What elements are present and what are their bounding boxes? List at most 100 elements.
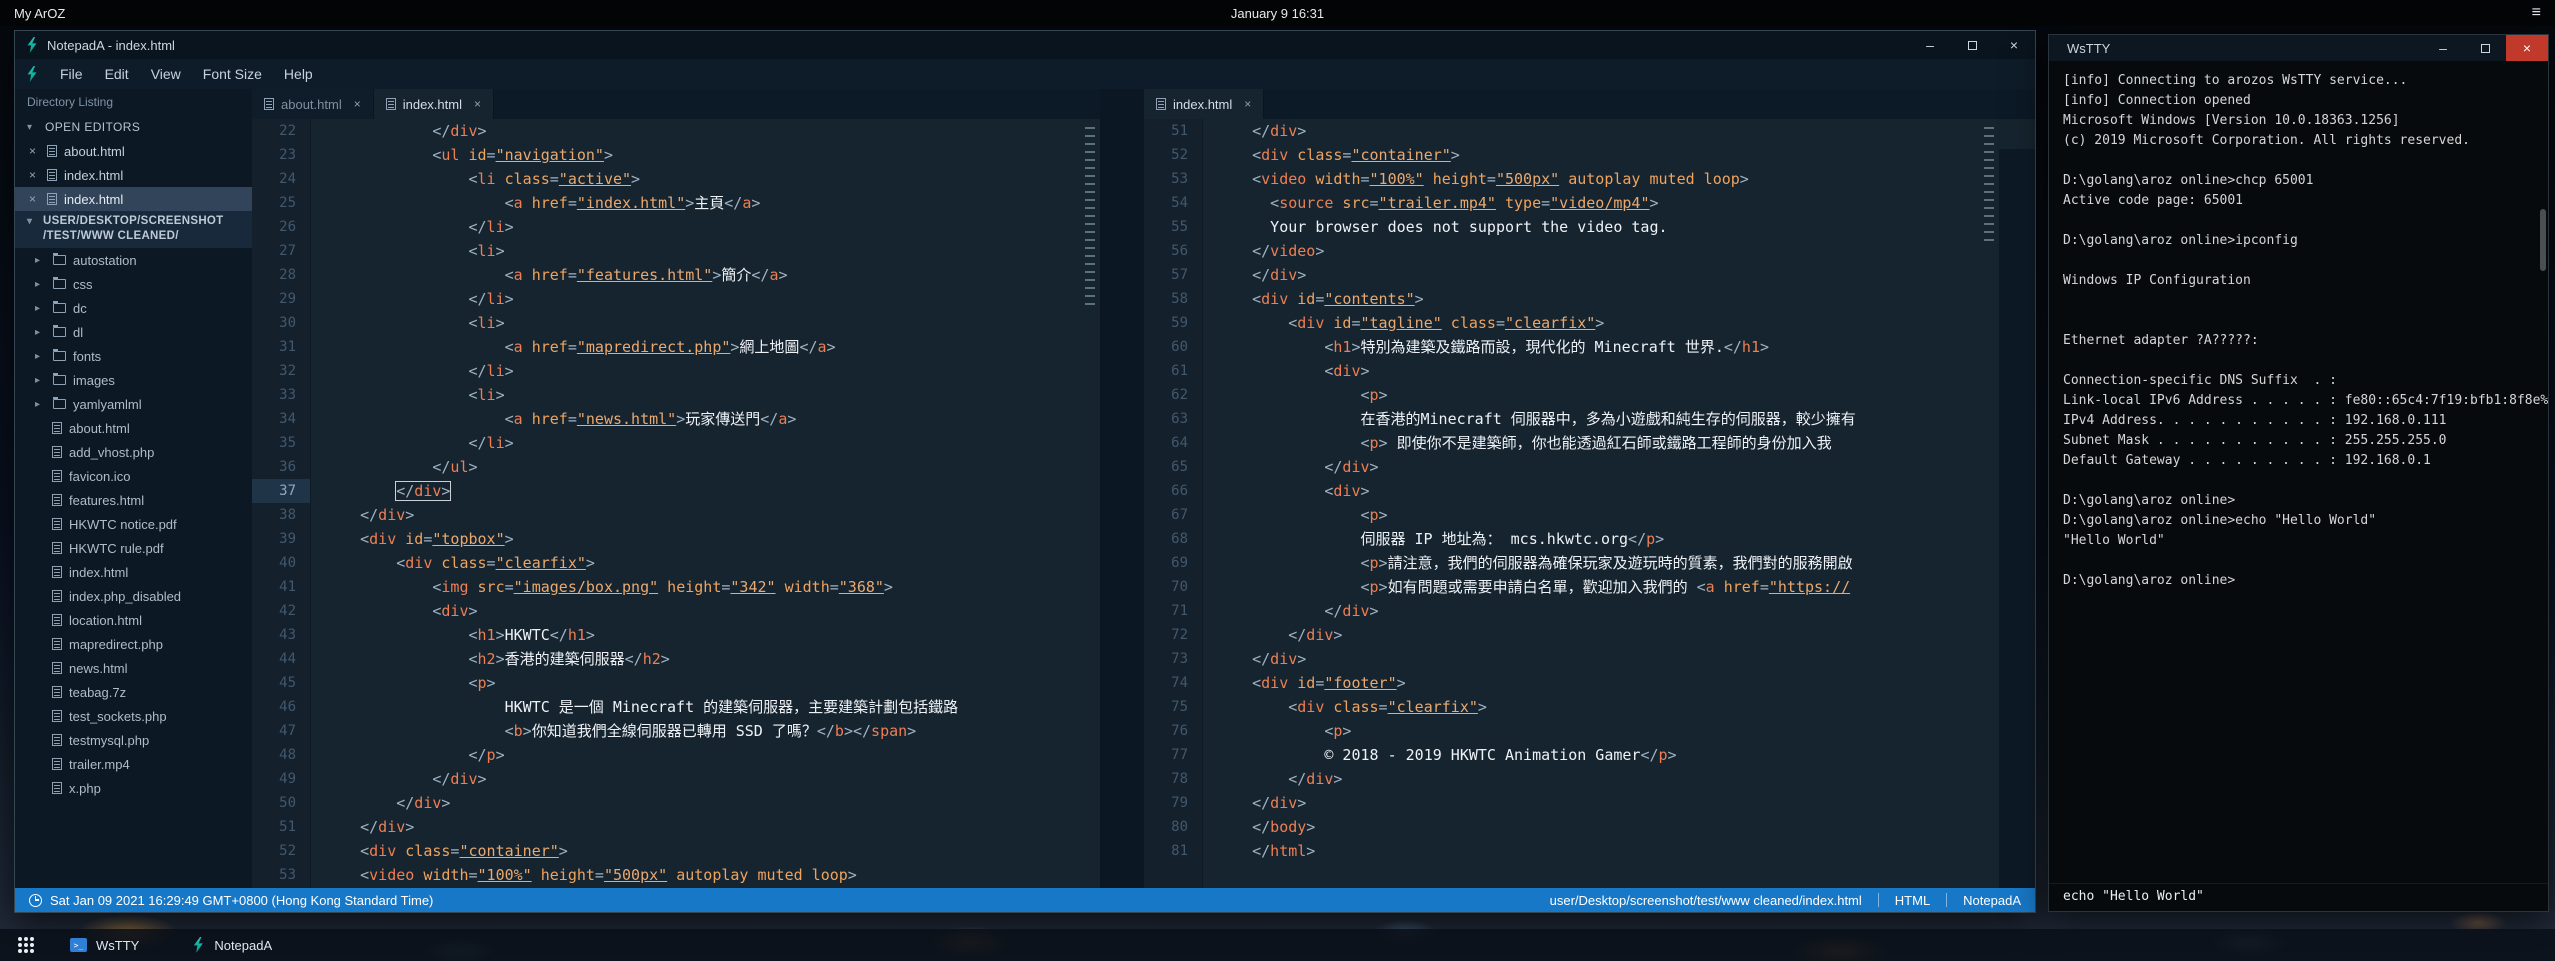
maximize-button[interactable]: [1951, 31, 1993, 59]
scrollbar-left[interactable]: [1080, 119, 1100, 888]
code-line[interactable]: 27<li>: [252, 239, 1100, 263]
code-line[interactable]: 57</div>: [1144, 263, 2035, 287]
minimize-button[interactable]: –: [1909, 31, 1951, 59]
code-line[interactable]: 60<h1>特別為建築及鐵路而設，現代化的 Minecraft 世界.</h1>: [1144, 335, 2035, 359]
open-editor-item[interactable]: ×about.html: [15, 139, 252, 163]
status-filepath[interactable]: user/Desktop/screenshot/test/www cleaned…: [1550, 893, 1862, 908]
code-line[interactable]: 58<div id="contents">: [1144, 287, 2035, 311]
code-line[interactable]: 31<a href="mapredirect.php">網上地圖</a>: [252, 335, 1100, 359]
code-line[interactable]: 33<li>: [252, 383, 1100, 407]
code-line[interactable]: 59<div id="tagline" class="clearfix">: [1144, 311, 2035, 335]
open-editor-item[interactable]: ×index.html: [15, 187, 252, 211]
file-item[interactable]: index.php_disabled: [15, 584, 252, 608]
file-item[interactable]: test_sockets.php: [15, 704, 252, 728]
code-line[interactable]: 40<div class="clearfix">: [252, 551, 1100, 575]
code-line[interactable]: 65</div>: [1144, 455, 2035, 479]
code-line[interactable]: 81</html>: [1144, 839, 2035, 863]
folder-item[interactable]: ▸yamlyamlml: [15, 392, 252, 416]
scrollbar-right[interactable]: [1979, 119, 1999, 888]
code-line[interactable]: 42<div>: [252, 599, 1100, 623]
code-line[interactable]: 43<h1>HKWTC</h1>: [252, 623, 1100, 647]
tab-close-icon[interactable]: ×: [474, 97, 481, 111]
code-line[interactable]: 79</div>: [1144, 791, 2035, 815]
file-item[interactable]: add_vhost.php: [15, 440, 252, 464]
code-editor-right[interactable]: 51</div>52<div class="container">53<vide…: [1144, 119, 2035, 888]
code-line[interactable]: 41<img src="images/box.png" height="342"…: [252, 575, 1100, 599]
code-line[interactable]: 75<div class="clearfix">: [1144, 695, 2035, 719]
folder-item[interactable]: ▸fonts: [15, 344, 252, 368]
code-line[interactable]: 37</div>: [252, 479, 1100, 503]
menu-font-size[interactable]: Font Size: [192, 62, 273, 86]
code-line[interactable]: 23<ul id="navigation">: [252, 143, 1100, 167]
minimize-button[interactable]: –: [2422, 35, 2464, 61]
tab-close-icon[interactable]: ×: [354, 97, 361, 111]
code-line[interactable]: 48</p>: [252, 743, 1100, 767]
close-icon[interactable]: ×: [29, 192, 40, 206]
terminal-scrollbar[interactable]: [2540, 209, 2546, 271]
folder-item[interactable]: ▸images: [15, 368, 252, 392]
code-line[interactable]: 49</div>: [252, 767, 1100, 791]
folder-item[interactable]: ▸autostation: [15, 248, 252, 272]
tab-close-icon[interactable]: ×: [1244, 97, 1251, 111]
app-launcher-button[interactable]: [14, 929, 58, 961]
code-line[interactable]: 51</div>: [252, 815, 1100, 839]
file-item[interactable]: testmysql.php: [15, 728, 252, 752]
code-line[interactable]: 62<p>: [1144, 383, 2035, 407]
code-line[interactable]: 54<source src="trailer.mp4" type="video/…: [1144, 191, 2035, 215]
tab-index.html[interactable]: index.html×: [374, 89, 494, 119]
code-line[interactable]: 77© 2018 - 2019 HKWTC Animation Gamer</p…: [1144, 743, 2035, 767]
terminal-input-line[interactable]: echo "Hello World": [2049, 883, 2548, 911]
file-item[interactable]: HKWTC notice.pdf: [15, 512, 252, 536]
workspace-section-header[interactable]: ▾ USER/DESKTOP/SCREENSHOT /TEST/WWW CLEA…: [15, 211, 252, 248]
folder-item[interactable]: ▸dl: [15, 320, 252, 344]
code-line[interactable]: 50</div>: [252, 791, 1100, 815]
menu-view[interactable]: View: [140, 62, 192, 86]
notepada-titlebar[interactable]: NotepadA - index.html – ×: [15, 31, 2035, 59]
code-editor-left[interactable]: 22</div>23<ul id="navigation">24<li clas…: [252, 119, 1100, 888]
file-item[interactable]: mapredirect.php: [15, 632, 252, 656]
tab-about.html[interactable]: about.html×: [252, 89, 374, 119]
menu-file[interactable]: File: [49, 62, 94, 86]
close-button[interactable]: ×: [1993, 31, 2035, 59]
code-line[interactable]: 39<div id="topbox">: [252, 527, 1100, 551]
code-line[interactable]: 45<p>: [252, 671, 1100, 695]
code-line[interactable]: 71</div>: [1144, 599, 2035, 623]
status-datetime[interactable]: Sat Jan 09 2021 16:29:49 GMT+0800 (Hong …: [50, 893, 433, 908]
code-line[interactable]: 68伺服器 IP 地址為： mcs.hkwtc.org</p>: [1144, 527, 2035, 551]
folder-item[interactable]: ▸dc: [15, 296, 252, 320]
file-item[interactable]: x.php: [15, 776, 252, 800]
code-line[interactable]: 67<p>: [1144, 503, 2035, 527]
pane-splitter[interactable]: [1100, 89, 1144, 888]
code-line[interactable]: 46HKWTC 是一個 Minecraft 的建築伺服器，主要建築計劃包括鐵路: [252, 695, 1100, 719]
code-line[interactable]: 78</div>: [1144, 767, 2035, 791]
code-line[interactable]: 26</li>: [252, 215, 1100, 239]
system-menu-app[interactable]: My ArOZ: [0, 6, 65, 21]
code-line[interactable]: 52<div class="container">: [252, 839, 1100, 863]
code-line[interactable]: 25<a href="index.html">主頁</a>: [252, 191, 1100, 215]
taskbar-item-notepada[interactable]: NotepadA: [179, 929, 284, 961]
code-line[interactable]: 74<div id="footer">: [1144, 671, 2035, 695]
file-item[interactable]: features.html: [15, 488, 252, 512]
file-item[interactable]: news.html: [15, 656, 252, 680]
menu-help[interactable]: Help: [273, 62, 324, 86]
terminal-output[interactable]: [info] Connecting to arozos WsTTY servic…: [2049, 61, 2548, 883]
file-item[interactable]: index.html: [15, 560, 252, 584]
wstty-titlebar[interactable]: WsTTY – ×: [2049, 35, 2548, 61]
code-line[interactable]: 72</div>: [1144, 623, 2035, 647]
code-line[interactable]: 73</div>: [1144, 647, 2035, 671]
folder-item[interactable]: ▸css: [15, 272, 252, 296]
close-button[interactable]: ×: [2506, 35, 2548, 61]
code-line[interactable]: 63在香港的Minecraft 伺服器中，多為小遊戲和純生存的伺服器，較少擁有: [1144, 407, 2035, 431]
code-line[interactable]: 56</video>: [1144, 239, 2035, 263]
code-line[interactable]: 55Your browser does not support the vide…: [1144, 215, 2035, 239]
code-line[interactable]: 29</li>: [252, 287, 1100, 311]
tab-index.html[interactable]: index.html×: [1144, 89, 1264, 119]
code-line[interactable]: 38</div>: [252, 503, 1100, 527]
code-line[interactable]: 51</div>: [1144, 119, 2035, 143]
code-line[interactable]: 35</li>: [252, 431, 1100, 455]
code-line[interactable]: 52<div class="container">: [1144, 143, 2035, 167]
code-line[interactable]: 70<p>如有問題或需要申請白名單，歡迎加入我們的 <a href="https…: [1144, 575, 2035, 599]
code-line[interactable]: 44<h2>香港的建築伺服器</h2>: [252, 647, 1100, 671]
code-line[interactable]: 61<div>: [1144, 359, 2035, 383]
file-item[interactable]: about.html: [15, 416, 252, 440]
